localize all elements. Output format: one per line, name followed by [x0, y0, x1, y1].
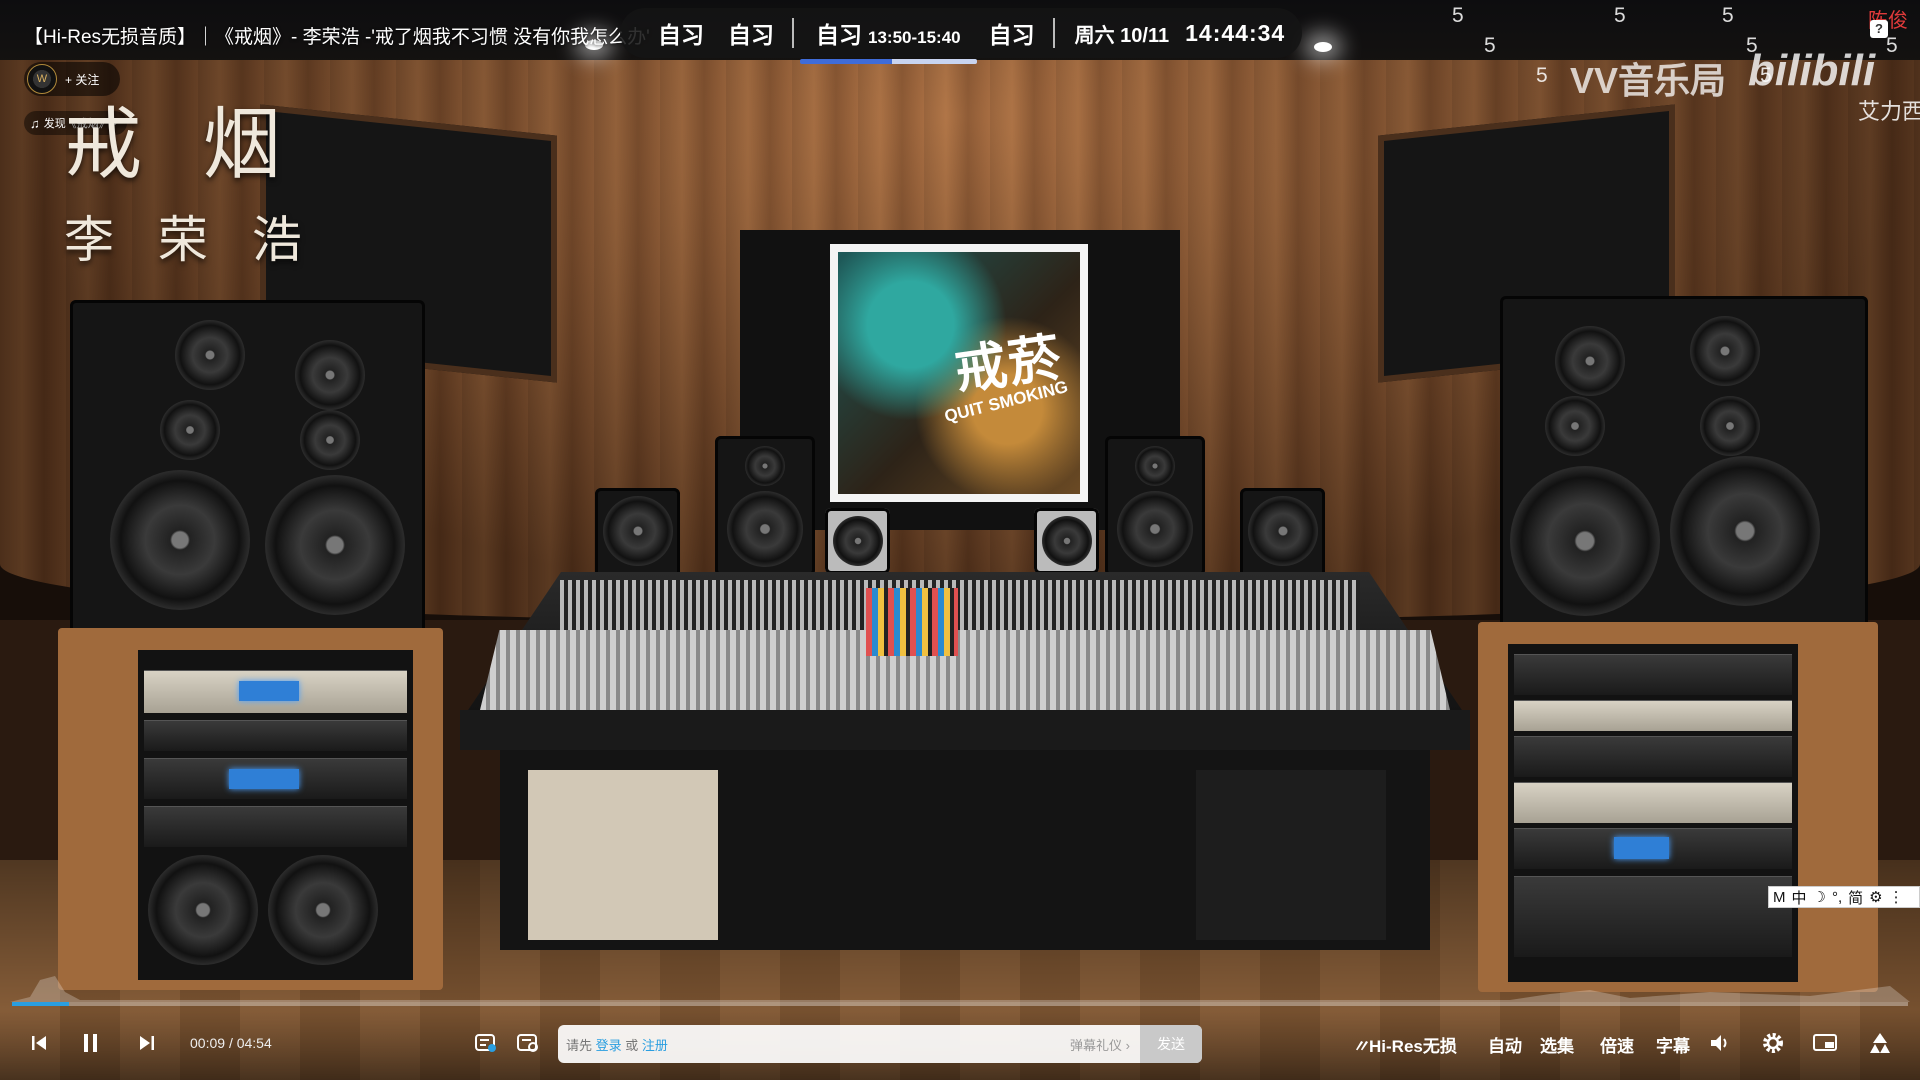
- quality-button[interactable]: 自动: [1488, 1032, 1522, 1057]
- monitor-speaker: [825, 508, 890, 574]
- progress-fill: [12, 1002, 69, 1006]
- console-desk: [460, 710, 1470, 750]
- ime-more-icon[interactable]: ⋮: [1889, 888, 1904, 906]
- danmaku-on-icon: [475, 1034, 496, 1052]
- album-cover: 戒菸 QUIT SMOKING: [830, 244, 1088, 502]
- skip-next-icon: [140, 1036, 154, 1050]
- danmaku-text: 5: [1722, 4, 1734, 27]
- danmaku-text: 5: [1614, 4, 1626, 27]
- fullscreen-icon: [1870, 1033, 1890, 1053]
- danmaku-text: 5: [1484, 34, 1496, 57]
- audio-waveform: [10, 976, 1910, 1002]
- speaker-right-main: [1500, 296, 1868, 634]
- danmaku-text: 5: [1452, 4, 1464, 27]
- ceiling-light: [1314, 42, 1332, 52]
- active-slot-time: 13:50-15:40: [868, 28, 961, 47]
- pause-button[interactable]: [80, 1030, 102, 1056]
- help-icon[interactable]: ?: [1870, 20, 1888, 38]
- progress-bar[interactable]: [12, 1002, 1908, 1006]
- avatar[interactable]: W: [27, 64, 57, 94]
- music-note-icon: ♫: [30, 115, 40, 131]
- volume-button[interactable]: [1708, 1030, 1732, 1056]
- danmaku-settings-icon: [517, 1034, 538, 1052]
- speaker-left-main: [70, 300, 425, 635]
- schedule-separator: [792, 18, 794, 48]
- ime-moon-icon[interactable]: ☽: [1813, 888, 1826, 906]
- schedule-separator: [1052, 18, 1055, 48]
- danmaku-input[interactable]: 请先 登录 或 注册: [558, 1035, 1070, 1054]
- bilibili-logo: bilibili: [1748, 46, 1876, 95]
- previous-button[interactable]: [28, 1030, 50, 1056]
- hires-label: Hi-Res无损: [1369, 1037, 1457, 1056]
- ime-lang-toggle[interactable]: 中: [1792, 887, 1807, 908]
- schedule-slot-next: 自习: [988, 22, 1035, 48]
- gear-icon: [1763, 1033, 1783, 1053]
- danmaku-prompt: 请先: [566, 1037, 593, 1053]
- pause-icon: [84, 1034, 97, 1052]
- monitor-speaker: [1105, 436, 1205, 576]
- skip-previous-icon: [32, 1036, 46, 1050]
- schedule-clock: 14:44:34: [1185, 19, 1286, 46]
- duration: 04:54: [236, 1035, 272, 1051]
- pip-button[interactable]: [1812, 1030, 1840, 1056]
- monitor-speaker: [1034, 508, 1099, 574]
- equipment-rack-left: [58, 628, 443, 990]
- send-button[interactable]: 发送: [1140, 1025, 1202, 1063]
- schedule-widget: 自习 自习 自习 13:50-15:40 自习 周六 10/11 14:44:34: [620, 8, 1302, 64]
- schedule-slot-active: 自习 13:50-15:40: [800, 16, 977, 64]
- current-time: 00:09: [190, 1035, 226, 1051]
- active-slot-progress: [800, 59, 977, 64]
- video-title: 【Hi-Res无损音质】｜《戒烟》- 李荣浩 -'戒了烟我不习惯 没有你我怎么办…: [24, 27, 650, 48]
- uploader-watermark: 艾力西: [1858, 99, 1920, 124]
- desk-rack-left: [528, 770, 718, 940]
- ime-settings-icon[interactable]: ⚙: [1869, 888, 1882, 906]
- schedule-slot: 自习: [658, 22, 704, 48]
- speed-button[interactable]: 倍速: [1600, 1032, 1634, 1057]
- danmaku-etiquette-link[interactable]: 弹幕礼仪 ›: [1070, 1035, 1130, 1054]
- ime-punct-toggle[interactable]: °,: [1832, 889, 1842, 906]
- danmaku-text: 5: [1536, 64, 1548, 87]
- episodes-button[interactable]: 选集: [1540, 1032, 1574, 1057]
- danmaku-input-box[interactable]: 请先 登录 或 注册 弹幕礼仪 › 发送: [558, 1025, 1202, 1063]
- danmaku-settings-button[interactable]: [516, 1030, 540, 1056]
- fullscreen-button[interactable]: [1866, 1030, 1894, 1056]
- hires-button[interactable]: 〃Hi-Res无损: [1352, 1032, 1457, 1057]
- console-screen: [866, 588, 958, 656]
- settings-button[interactable]: [1760, 1030, 1786, 1056]
- monitor-speaker: [1240, 488, 1325, 578]
- monitor-speaker: [595, 488, 680, 578]
- schedule-date: 周六 10/11: [1074, 24, 1170, 47]
- time-separator: /: [228, 1035, 233, 1051]
- ime-simplified-toggle[interactable]: 简: [1848, 887, 1863, 908]
- ime-mode-icon[interactable]: M: [1773, 889, 1786, 906]
- subtitle-button[interactable]: 字幕: [1656, 1032, 1690, 1057]
- login-link[interactable]: 登录: [596, 1038, 622, 1053]
- console-faders: [560, 580, 1360, 630]
- console-face: [480, 630, 1450, 710]
- monitor-speaker: [715, 436, 815, 576]
- equipment-rack-right: [1478, 622, 1878, 992]
- volume-icon: [1711, 1035, 1727, 1051]
- hires-icon: 〃: [1352, 1037, 1369, 1056]
- active-slot-label: 自习: [816, 22, 862, 48]
- singer-overlay: 李 荣 浩: [64, 211, 316, 269]
- danmaku-or: 或: [625, 1037, 639, 1053]
- song-title-overlay: 戒 烟: [64, 100, 299, 190]
- avatar-glyph: W: [36, 73, 48, 85]
- ime-toolbar[interactable]: M 中 ☽ °, 简 ⚙ ⋮: [1768, 886, 1920, 908]
- schedule-slot: 自习: [728, 22, 774, 48]
- danmaku-text: 5: [1886, 34, 1898, 57]
- picture-in-picture-icon: [1813, 1034, 1837, 1051]
- album-art: 戒菸 QUIT SMOKING: [838, 252, 1080, 494]
- desk-rack-right: [1196, 770, 1386, 940]
- next-button[interactable]: [136, 1030, 158, 1056]
- register-link[interactable]: 注册: [642, 1038, 668, 1053]
- time-display: 00:09 / 04:54: [190, 1035, 272, 1051]
- danmaku-toggle-button[interactable]: [474, 1030, 498, 1056]
- channel-watermark: VV音乐局: [1570, 60, 1727, 101]
